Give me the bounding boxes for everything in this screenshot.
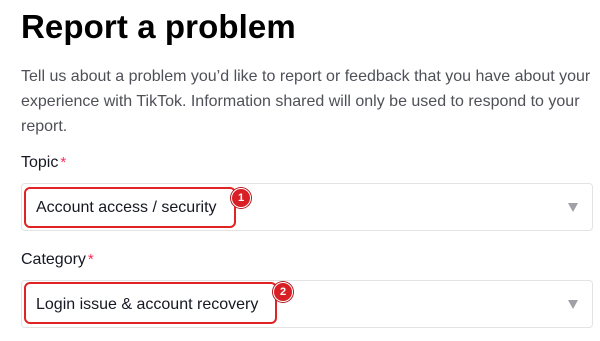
topic-selected-value: Account access / security <box>36 199 217 216</box>
page-title: Report a problem <box>21 8 296 45</box>
topic-label: Topic * <box>21 154 66 172</box>
annotation-marker-1: 1 <box>231 188 251 208</box>
required-asterisk: * <box>87 251 94 268</box>
topic-select[interactable]: Account access / security <box>21 183 593 231</box>
annotation-marker-2: 2 <box>273 282 293 302</box>
caret-down-icon <box>568 300 578 309</box>
category-select[interactable]: Login issue & account recovery <box>21 280 593 328</box>
category-selected-value: Login issue & account recovery <box>36 296 259 313</box>
page-description: Tell us about a problem you’d like to re… <box>21 68 591 135</box>
required-asterisk: * <box>60 154 67 171</box>
category-label-text: Category <box>21 251 86 268</box>
category-label: Category * <box>21 251 94 269</box>
topic-label-text: Topic <box>21 154 59 171</box>
caret-down-icon <box>568 203 578 212</box>
